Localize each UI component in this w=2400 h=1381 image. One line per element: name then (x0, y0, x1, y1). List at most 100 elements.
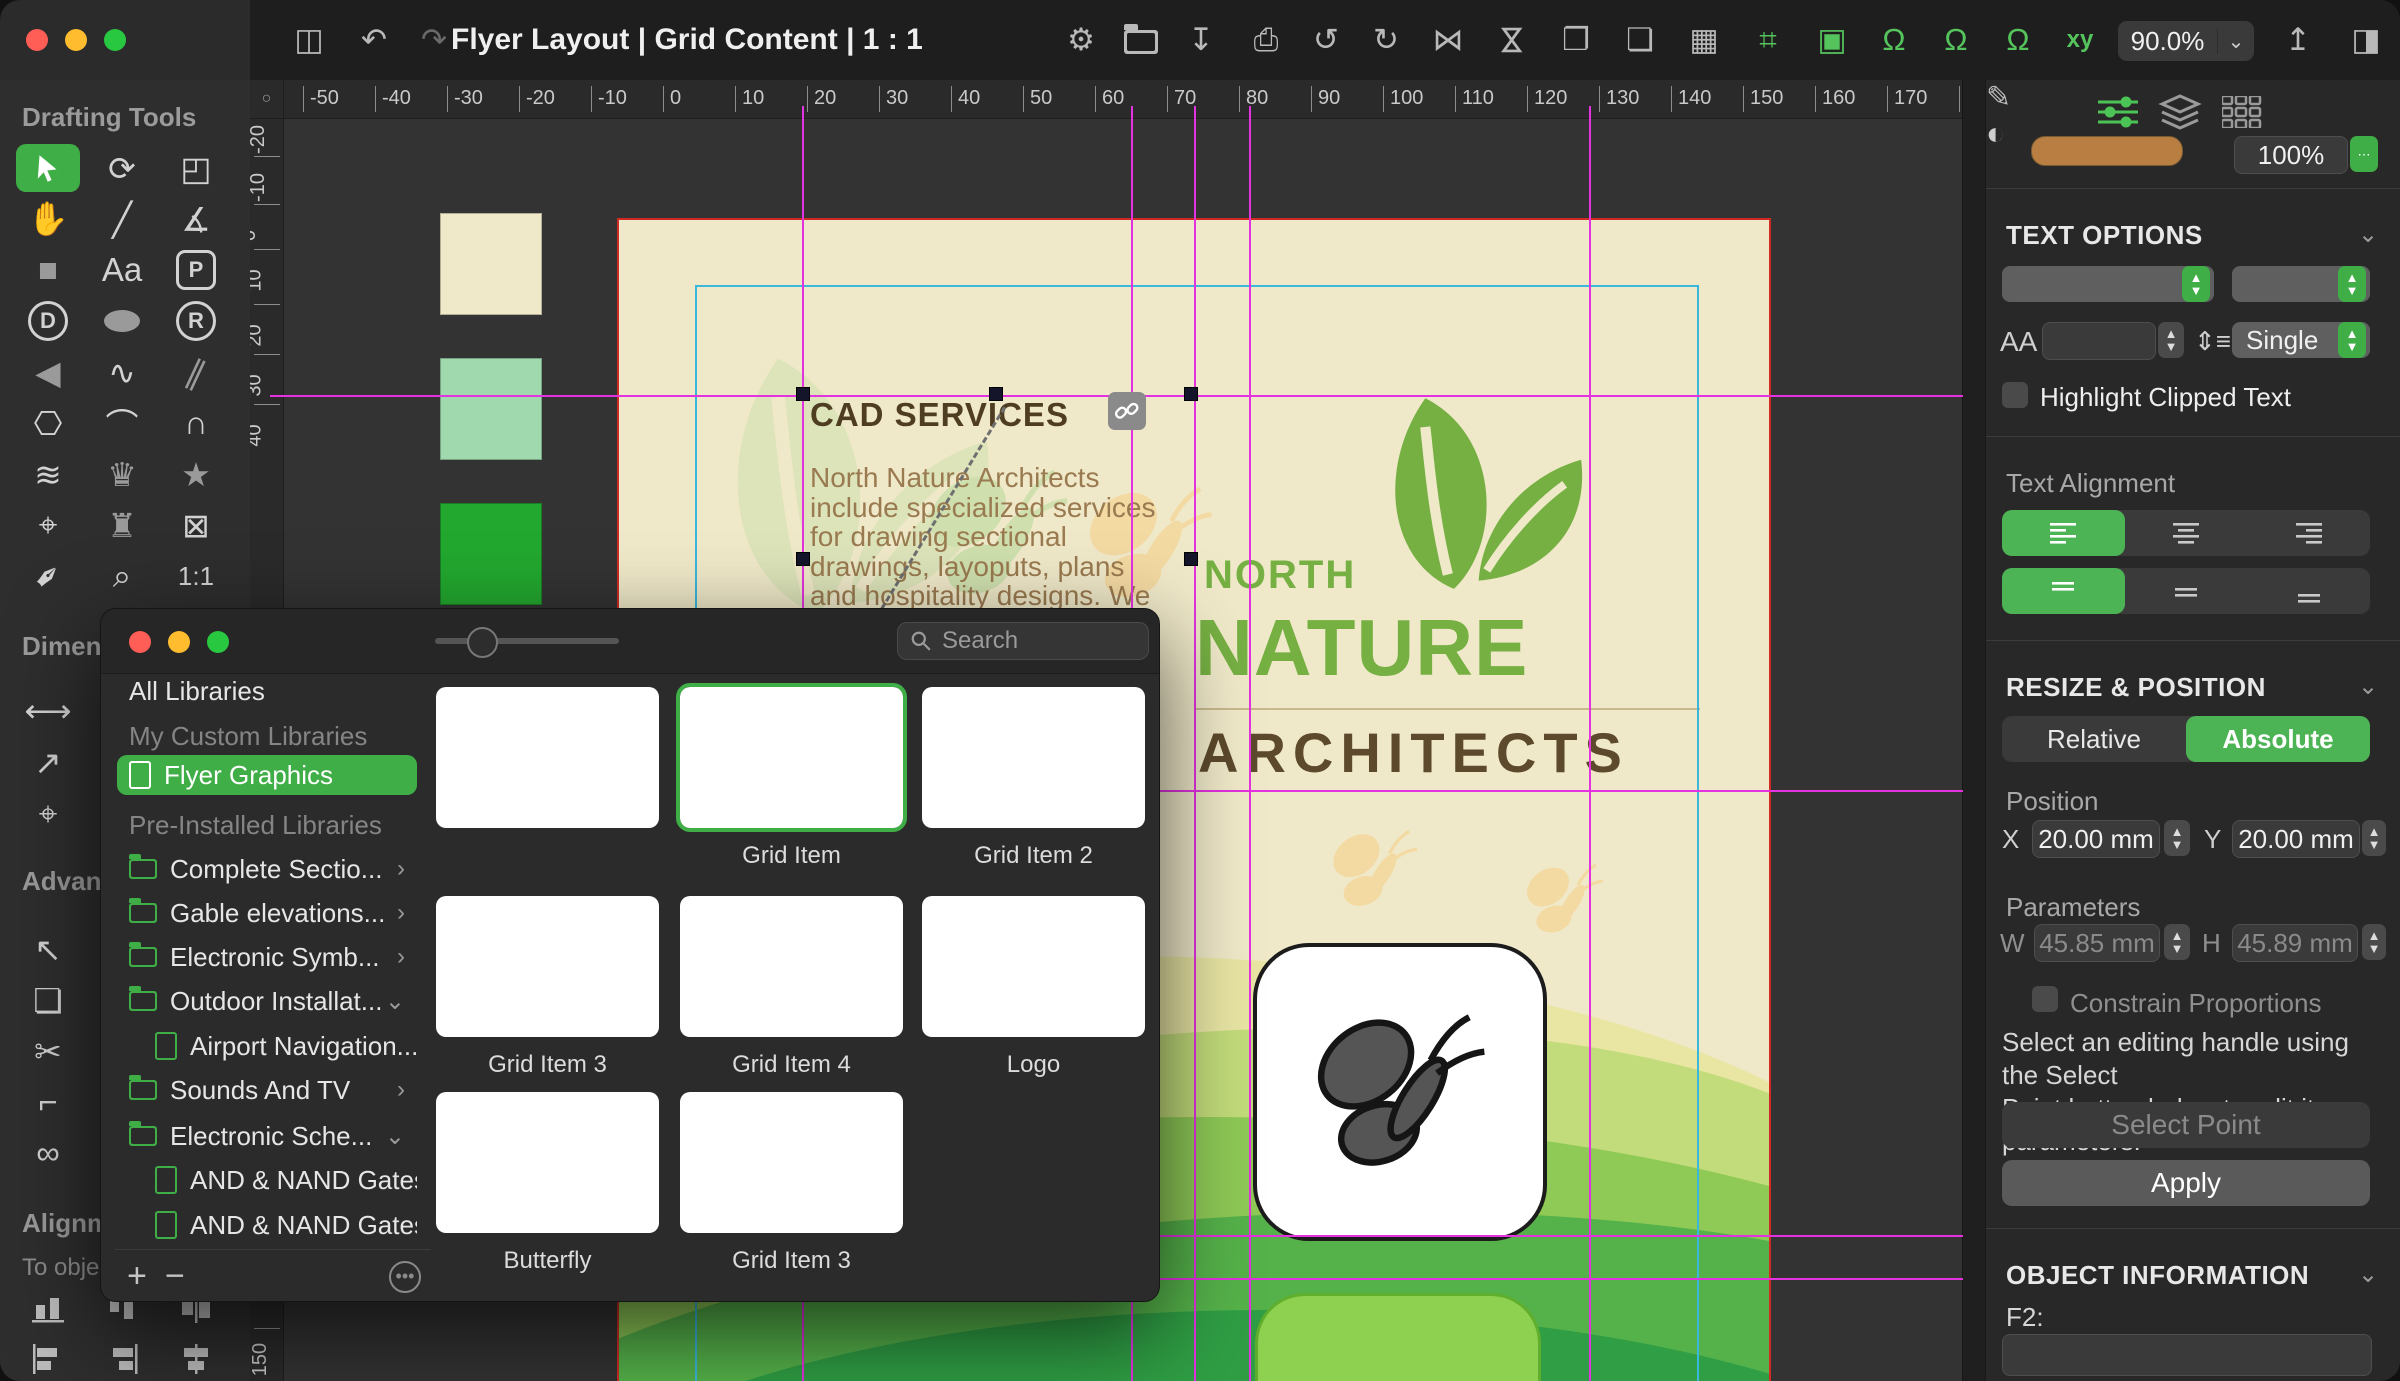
link-chain-tool[interactable]: ∞ (16, 1129, 80, 1177)
eyedropper-tool[interactable]: ✒ (16, 552, 80, 600)
position-y-stepper[interactable]: ▲ ▼ (2362, 820, 2386, 856)
add-library-button[interactable]: + (127, 1259, 147, 1293)
more-options-button[interactable]: ••• (389, 1261, 421, 1293)
chevron-down-icon[interactable]: ⌄ (2358, 1260, 2378, 1289)
duplicate-icon[interactable]: ❐ (1550, 16, 1602, 64)
zoom-control[interactable]: 90.0% ⌄ (2118, 21, 2254, 61)
stamp-tool[interactable]: ♜ (90, 501, 154, 549)
minimize-button[interactable] (168, 631, 190, 653)
direct-select-tool[interactable]: ↖ (16, 925, 80, 973)
sidebar-toggle-icon[interactable]: ◫ (283, 16, 335, 64)
library-grid-item[interactable] (436, 1092, 659, 1233)
snap-spacing-icon[interactable]: Ω (1930, 16, 1982, 64)
constrain-proportions-checkbox[interactable] (2032, 986, 2058, 1012)
clone-icon[interactable]: ❏ (1614, 16, 1666, 64)
disclosure-chevron-icon[interactable]: ⌄ (385, 987, 405, 1016)
close-button[interactable] (26, 29, 48, 51)
transform-tool[interactable]: ◰ (164, 144, 228, 192)
select-point-button[interactable]: Select Point (2002, 1102, 2370, 1148)
thumbnail-size-slider[interactable] (435, 638, 619, 644)
export-settings-icon[interactable]: ⚙ (1055, 16, 1107, 64)
library-list-item[interactable]: Airport Navigation... (117, 1026, 417, 1066)
disclosure-chevron-icon[interactable]: › (397, 855, 405, 883)
tab-layers[interactable] (2156, 92, 2204, 132)
guide-vertical[interactable] (1194, 106, 1196, 1381)
position-x-field[interactable]: 20.00 mm (2032, 820, 2160, 858)
library-grid-item[interactable] (436, 687, 659, 828)
fillet-corner-tool[interactable]: ⌐ (16, 1078, 80, 1126)
trim-tool[interactable]: ✂ (16, 1027, 80, 1075)
disclosure-chevron-icon[interactable]: › (397, 943, 405, 971)
library-list-item[interactable]: Outdoor Installat... ⌄ (117, 981, 417, 1021)
library-list-item[interactable]: Gable elevations... › (117, 893, 417, 933)
library-grid-item[interactable] (676, 683, 907, 832)
align-top-button[interactable] (2002, 568, 2125, 614)
library-list-item[interactable]: Sounds And TV › (117, 1070, 417, 1110)
selection-handle[interactable] (796, 387, 810, 401)
zoom-tool[interactable]: ⌕ (90, 552, 154, 600)
apply-button[interactable]: Apply (2002, 1160, 2370, 1206)
disclosure-chevron-icon[interactable]: ⌄ (385, 1122, 405, 1151)
relative-button[interactable]: Relative (2002, 716, 2186, 762)
rotate-tool[interactable]: ⟳ (90, 144, 154, 192)
tab-library[interactable] (2218, 92, 2266, 132)
color-swatch-shape[interactable] (440, 503, 542, 605)
library-palette-window[interactable]: Search + − ••• All Libraries My Custom Li… (100, 608, 1160, 1302)
library-list-item[interactable]: Complete Sectio... › (117, 849, 417, 889)
chevron-down-icon[interactable]: ⌄ (2358, 220, 2378, 249)
align-center-button[interactable] (2125, 510, 2248, 556)
bezier-tool[interactable]: ⌒ (90, 399, 154, 447)
color-swatch-shape[interactable] (440, 213, 542, 315)
chevron-down-icon[interactable]: ⌄ (2217, 28, 2254, 54)
library-list-item[interactable]: Flyer Graphics (117, 755, 417, 795)
right-panel-toggle-icon[interactable]: ◨ (2340, 16, 2392, 64)
library-list-item[interactable]: AND & NAND Gates (117, 1160, 417, 1200)
redo-icon[interactable]: ↷ (408, 16, 460, 64)
highlight-clipped-checkbox[interactable] (2002, 382, 2028, 408)
zoom-button[interactable] (104, 29, 126, 51)
point-select-tool[interactable]: ⌖ (16, 501, 80, 549)
rotate-page-ccw-icon[interactable]: ↺ (1300, 16, 1352, 64)
search-input[interactable]: Search (897, 622, 1149, 660)
resize-position-header[interactable]: RESIZE & POSITION (2006, 672, 2266, 703)
linear-dimension-tool[interactable]: ⟷ (16, 686, 80, 734)
dimension-point-tool[interactable]: ⌖ (16, 790, 80, 838)
library-grid-item[interactable] (680, 896, 903, 1037)
rotate-page-cw-icon[interactable]: ↻ (1360, 16, 1412, 64)
text-tool[interactable]: Aa (90, 246, 154, 294)
library-list-item[interactable]: Electronic Sche... ⌄ (117, 1116, 417, 1156)
diameter-circle-tool[interactable]: D (16, 297, 80, 345)
pan-tool[interactable]: ✋ (16, 195, 80, 243)
snap-guides-icon[interactable]: Ω (1868, 16, 1920, 64)
ruler-origin-corner[interactable]: ○ (250, 80, 284, 119)
font-size-stepper[interactable]: ▲ ▼ (2158, 322, 2184, 358)
line-tool[interactable]: ╱ (90, 195, 154, 243)
align-left-button[interactable] (2002, 510, 2125, 556)
coordinates-xy-icon[interactable]: xy (2054, 16, 2106, 64)
mirror-vertical-icon[interactable]: ⋈ (1488, 14, 1536, 66)
parallel-lines-tool[interactable]: ∥ (164, 348, 228, 396)
import-icon[interactable]: ↧ (1175, 16, 1227, 64)
text-frame-icon[interactable]: ▣ (1806, 16, 1858, 64)
open-folder-icon[interactable] (1115, 16, 1167, 64)
absolute-button[interactable]: Absolute (2186, 716, 2370, 762)
disclosure-chevron-icon[interactable]: › (397, 899, 405, 927)
align-bottom-button[interactable] (16, 1286, 80, 1330)
align-right-button[interactable] (2247, 510, 2370, 556)
align-bottom-button[interactable] (2247, 568, 2370, 614)
font-size-field[interactable] (2042, 322, 2156, 360)
share-icon[interactable]: ↥ (2272, 16, 2324, 64)
text-options-header[interactable]: TEXT OPTIONS (2006, 220, 2203, 251)
align-middle-button[interactable] (2125, 568, 2248, 614)
star-tool[interactable]: ★ (164, 450, 228, 498)
library-list-item[interactable]: All Libraries (117, 671, 417, 711)
radius-circle-tool[interactable]: R (164, 297, 228, 345)
zoom-button[interactable] (207, 631, 229, 653)
snap-objects-icon[interactable]: Ω (1992, 16, 2044, 64)
construction-line-tool[interactable]: ∡ (164, 195, 228, 243)
stroke-color-swatch[interactable] (2031, 136, 2183, 166)
selection-handle[interactable] (1184, 552, 1198, 566)
selection-handle[interactable] (1184, 387, 1198, 401)
height-stepper[interactable]: ▲ ▼ (2362, 924, 2386, 960)
f2-input-field[interactable] (2002, 1334, 2372, 1376)
